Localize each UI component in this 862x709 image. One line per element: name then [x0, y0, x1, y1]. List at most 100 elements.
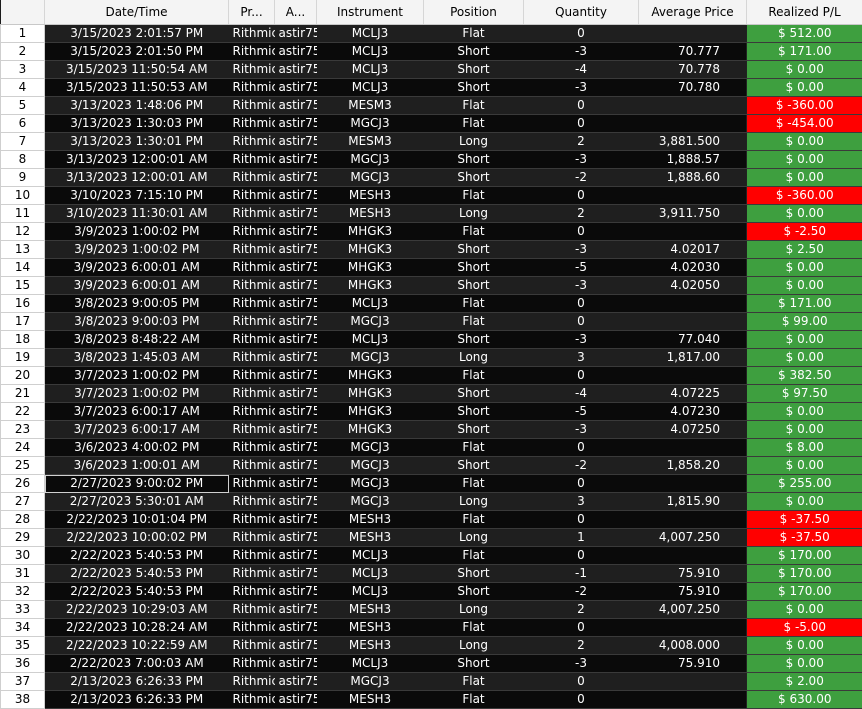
column-header-account[interactable]: A...: [275, 0, 317, 25]
provider-cell[interactable]: Rithmic: [229, 97, 275, 115]
realized-pl-cell[interactable]: $ 0.00: [747, 61, 862, 79]
table-row[interactable]: 23/15/2023 2:01:50 PMRithmicastir75MCLJ3…: [1, 43, 862, 61]
datetime-cell[interactable]: 2/22/2023 10:28:24 AM: [45, 619, 229, 637]
position-cell[interactable]: Flat: [424, 673, 524, 691]
realized-pl-cell[interactable]: $ 170.00: [747, 565, 862, 583]
position-cell[interactable]: Long: [424, 205, 524, 223]
datetime-cell[interactable]: 3/8/2023 8:48:22 AM: [45, 331, 229, 349]
datetime-cell[interactable]: 3/8/2023 9:00:03 PM: [45, 313, 229, 331]
position-cell[interactable]: Flat: [424, 439, 524, 457]
row-number-cell[interactable]: 10: [1, 187, 45, 205]
instrument-cell[interactable]: MGCJ3: [317, 313, 424, 331]
table-row[interactable]: 382/13/2023 6:26:33 PMRithmicastir75MESH…: [1, 691, 862, 709]
provider-cell[interactable]: Rithmic: [229, 547, 275, 565]
realized-pl-cell[interactable]: $ 8.00: [747, 439, 862, 457]
provider-cell[interactable]: Rithmic: [229, 349, 275, 367]
provider-cell[interactable]: Rithmic: [229, 637, 275, 655]
row-number-cell[interactable]: 26: [1, 475, 45, 493]
position-cell[interactable]: Flat: [424, 187, 524, 205]
provider-cell[interactable]: Rithmic: [229, 619, 275, 637]
account-cell[interactable]: astir75: [275, 115, 317, 133]
instrument-cell[interactable]: MESM3: [317, 97, 424, 115]
average-price-cell[interactable]: 4.02050: [639, 277, 747, 295]
instrument-cell[interactable]: MGCJ3: [317, 673, 424, 691]
average-price-cell[interactable]: [639, 313, 747, 331]
table-row[interactable]: 203/7/2023 1:00:02 PMRithmicastir75MHGK3…: [1, 367, 862, 385]
realized-pl-cell[interactable]: $ -37.50: [747, 511, 862, 529]
datetime-cell[interactable]: 3/6/2023 1:00:01 AM: [45, 457, 229, 475]
provider-cell[interactable]: Rithmic: [229, 205, 275, 223]
provider-cell[interactable]: Rithmic: [229, 655, 275, 673]
instrument-cell[interactable]: MESH3: [317, 511, 424, 529]
instrument-cell[interactable]: MCLJ3: [317, 43, 424, 61]
instrument-cell[interactable]: MHGK3: [317, 385, 424, 403]
datetime-cell[interactable]: 2/22/2023 5:40:53 PM: [45, 565, 229, 583]
instrument-cell[interactable]: MHGK3: [317, 241, 424, 259]
table-row[interactable]: 262/27/2023 9:00:02 PMRithmicastir75MGCJ…: [1, 475, 862, 493]
account-cell[interactable]: astir75: [275, 61, 317, 79]
realized-pl-cell[interactable]: $ 0.00: [747, 421, 862, 439]
average-price-cell[interactable]: [639, 367, 747, 385]
table-row[interactable]: 113/10/2023 11:30:01 AMRithmicastir75MES…: [1, 205, 862, 223]
instrument-cell[interactable]: MCLJ3: [317, 565, 424, 583]
average-price-cell[interactable]: 3,911.750: [639, 205, 747, 223]
instrument-cell[interactable]: MHGK3: [317, 403, 424, 421]
realized-pl-cell[interactable]: $ -360.00: [747, 187, 862, 205]
row-number-cell[interactable]: 3: [1, 61, 45, 79]
quantity-cell[interactable]: -3: [524, 277, 639, 295]
account-cell[interactable]: astir75: [275, 655, 317, 673]
column-header-provider[interactable]: Pr...: [229, 0, 275, 25]
column-header-position[interactable]: Position: [424, 0, 524, 25]
account-cell[interactable]: astir75: [275, 295, 317, 313]
realized-pl-cell[interactable]: $ 0.00: [747, 601, 862, 619]
datetime-cell[interactable]: 2/27/2023 5:30:01 AM: [45, 493, 229, 511]
realized-pl-cell[interactable]: $ 97.50: [747, 385, 862, 403]
realized-pl-cell[interactable]: $ 0.00: [747, 403, 862, 421]
column-header-average-price[interactable]: Average Price: [639, 0, 747, 25]
provider-cell[interactable]: Rithmic: [229, 187, 275, 205]
table-row[interactable]: 193/8/2023 1:45:03 AMRithmicastir75MGCJ3…: [1, 349, 862, 367]
realized-pl-cell[interactable]: $ 0.00: [747, 349, 862, 367]
instrument-cell[interactable]: MESH3: [317, 619, 424, 637]
table-row[interactable]: 292/22/2023 10:00:02 PMRithmicastir75MES…: [1, 529, 862, 547]
datetime-cell[interactable]: 2/27/2023 9:00:02 PM: [45, 475, 229, 493]
datetime-cell[interactable]: 2/22/2023 10:01:04 PM: [45, 511, 229, 529]
table-row[interactable]: 83/13/2023 12:00:01 AMRithmicastir75MGCJ…: [1, 151, 862, 169]
instrument-cell[interactable]: MESH3: [317, 205, 424, 223]
quantity-cell[interactable]: -3: [524, 421, 639, 439]
position-cell[interactable]: Long: [424, 601, 524, 619]
average-price-cell[interactable]: 4.02030: [639, 259, 747, 277]
average-price-cell[interactable]: [639, 691, 747, 709]
position-cell[interactable]: Long: [424, 637, 524, 655]
account-cell[interactable]: astir75: [275, 637, 317, 655]
datetime-cell[interactable]: 3/8/2023 9:00:05 PM: [45, 295, 229, 313]
provider-cell[interactable]: Rithmic: [229, 151, 275, 169]
datetime-cell[interactable]: 3/15/2023 11:50:53 AM: [45, 79, 229, 97]
table-row[interactable]: 362/22/2023 7:00:03 AMRithmicastir75MCLJ…: [1, 655, 862, 673]
position-cell[interactable]: Short: [424, 259, 524, 277]
instrument-cell[interactable]: MGCJ3: [317, 439, 424, 457]
datetime-cell[interactable]: 2/22/2023 10:00:02 PM: [45, 529, 229, 547]
quantity-cell[interactable]: 2: [524, 601, 639, 619]
provider-cell[interactable]: Rithmic: [229, 457, 275, 475]
quantity-cell[interactable]: 0: [524, 367, 639, 385]
quantity-cell[interactable]: 0: [524, 547, 639, 565]
row-number-cell[interactable]: 34: [1, 619, 45, 637]
table-row[interactable]: 133/9/2023 1:00:02 PMRithmicastir75MHGK3…: [1, 241, 862, 259]
average-price-cell[interactable]: [639, 295, 747, 313]
average-price-cell[interactable]: [639, 547, 747, 565]
position-cell[interactable]: Flat: [424, 97, 524, 115]
datetime-cell[interactable]: 2/22/2023 5:40:53 PM: [45, 583, 229, 601]
datetime-cell[interactable]: 3/7/2023 6:00:17 AM: [45, 421, 229, 439]
realized-pl-cell[interactable]: $ 170.00: [747, 547, 862, 565]
quantity-cell[interactable]: 0: [524, 295, 639, 313]
account-cell[interactable]: astir75: [275, 493, 317, 511]
instrument-cell[interactable]: MHGK3: [317, 259, 424, 277]
position-cell[interactable]: Short: [424, 655, 524, 673]
account-cell[interactable]: astir75: [275, 349, 317, 367]
table-row[interactable]: 332/22/2023 10:29:03 AMRithmicastir75MES…: [1, 601, 862, 619]
table-row[interactable]: 93/13/2023 12:00:01 AMRithmicastir75MGCJ…: [1, 169, 862, 187]
provider-cell[interactable]: Rithmic: [229, 367, 275, 385]
table-row[interactable]: 233/7/2023 6:00:17 AMRithmicastir75MHGK3…: [1, 421, 862, 439]
position-cell[interactable]: Short: [424, 61, 524, 79]
